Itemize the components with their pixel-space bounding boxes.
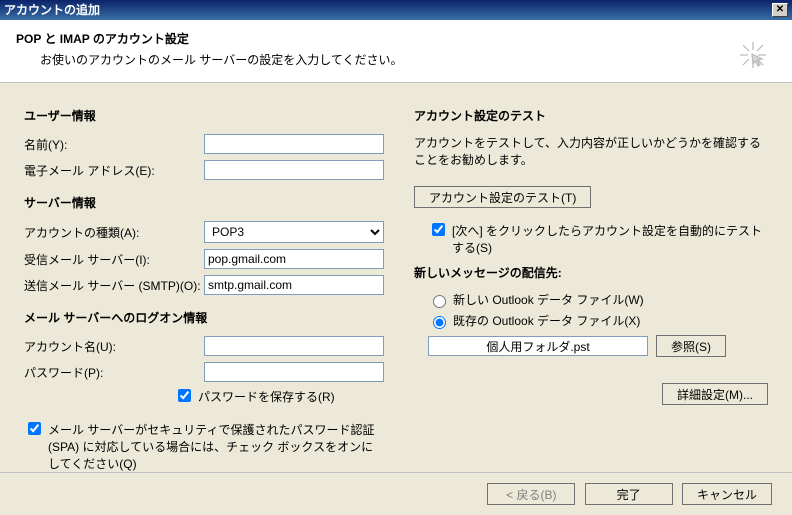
account-type-select[interactable]: POP3 [204, 221, 384, 243]
advanced-settings-button[interactable]: 詳細設定(M)... [662, 383, 768, 405]
password-input[interactable] [204, 362, 384, 382]
account-name-label: アカウント名(U): [24, 338, 204, 355]
header-title: POP と IMAP のアカウント設定 [16, 30, 776, 47]
back-button[interactable]: < 戻る(B) [487, 483, 575, 505]
logon-heading: メール サーバーへのログオン情報 [24, 309, 384, 326]
incoming-server-label: 受信メール サーバー(I): [24, 251, 204, 268]
email-input[interactable] [204, 160, 384, 180]
new-data-file-label: 新しい Outlook データ ファイル(W) [453, 291, 644, 308]
name-label: 名前(Y): [24, 136, 204, 153]
password-label: パスワード(P): [24, 364, 204, 381]
remember-password-checkbox[interactable] [178, 389, 191, 402]
data-file-path-input[interactable] [428, 336, 648, 356]
spa-label: メール サーバーがセキュリティで保護されたパスワード認証 (SPA) に対応して… [48, 421, 384, 472]
email-label: 電子メール アドレス(E): [24, 162, 204, 179]
autotest-label: [次へ] をクリックしたらアカウント設定を自動的にテストする(S) [452, 222, 768, 256]
existing-data-file-label: 既存の Outlook データ ファイル(X) [453, 312, 640, 329]
left-column: ユーザー情報 名前(Y): 電子メール アドレス(E): サーバー情報 アカウン… [24, 103, 384, 476]
window-title: アカウントの追加 [4, 0, 100, 20]
browse-button[interactable]: 参照(S) [656, 335, 726, 357]
test-description: アカウントをテストして、入力内容が正しいかどうかを確認することをお勧めします。 [414, 134, 768, 168]
finish-button[interactable]: 完了 [585, 483, 673, 505]
server-info-heading: サーバー情報 [24, 194, 384, 211]
name-input[interactable] [204, 134, 384, 154]
new-data-file-radio[interactable] [433, 295, 446, 308]
test-heading: アカウント設定のテスト [414, 107, 768, 124]
incoming-server-input[interactable] [204, 249, 384, 269]
title-bar: アカウントの追加 ✕ [0, 0, 792, 20]
cancel-button[interactable]: キャンセル [682, 483, 772, 505]
account-name-input[interactable] [204, 336, 384, 356]
header-panel: POP と IMAP のアカウント設定 お使いのアカウントのメール サーバーの設… [0, 20, 792, 83]
outgoing-server-label: 送信メール サーバー (SMTP)(O): [24, 277, 204, 294]
autotest-checkbox[interactable] [432, 223, 445, 236]
remember-password-label: パスワードを保存する(R) [198, 388, 384, 405]
existing-data-file-radio[interactable] [433, 316, 446, 329]
account-type-label: アカウントの種類(A): [24, 224, 204, 241]
footer: < 戻る(B) 完了 キャンセル [0, 472, 792, 515]
outgoing-server-input[interactable] [204, 275, 384, 295]
cursor-icon [738, 40, 768, 77]
user-info-heading: ユーザー情報 [24, 107, 384, 124]
right-column: アカウント設定のテスト アカウントをテストして、入力内容が正しいかどうかを確認す… [414, 103, 768, 476]
test-account-button[interactable]: アカウント設定のテスト(T) [414, 186, 591, 208]
spa-checkbox[interactable] [28, 422, 41, 435]
close-button[interactable]: ✕ [772, 3, 788, 17]
header-subtitle: お使いのアカウントのメール サーバーの設定を入力してください。 [40, 51, 776, 68]
delivery-heading: 新しいメッセージの配信先: [414, 264, 768, 281]
